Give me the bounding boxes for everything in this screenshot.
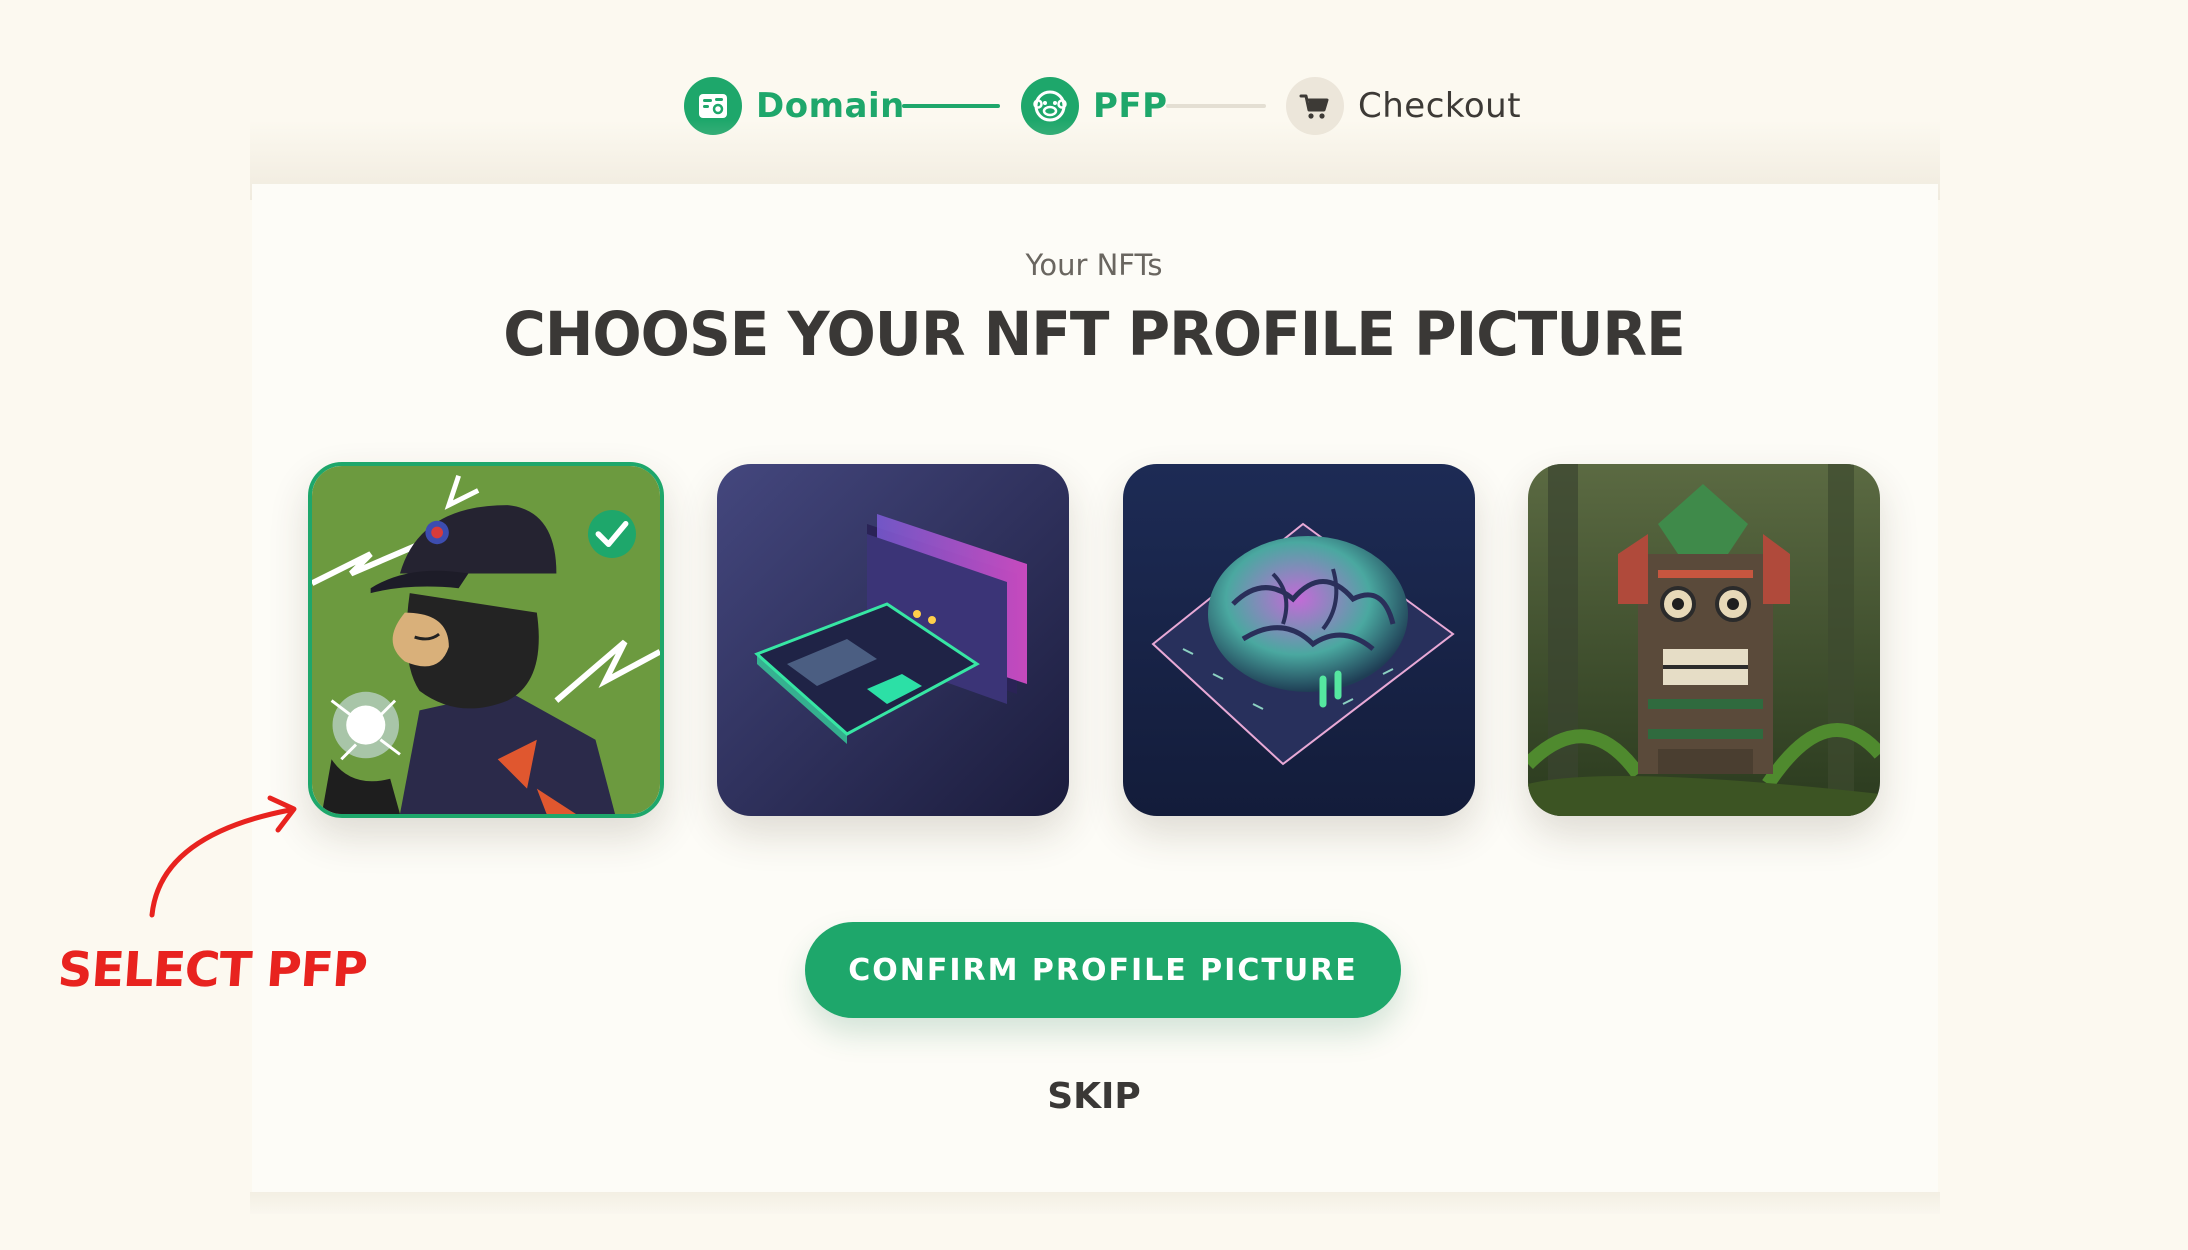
selected-check-icon xyxy=(588,510,636,558)
confirm-profile-picture-button[interactable]: CONFIRM PROFILE PICTURE xyxy=(805,922,1401,1018)
nft-card-jungle-totem[interactable] xyxy=(1528,464,1880,816)
nft-card-lightning-ape[interactable] xyxy=(308,462,664,818)
nft-card-isometric-wallet[interactable] xyxy=(717,464,1069,816)
page-title: CHOOSE YOUR NFT PROFILE PICTURE xyxy=(503,298,1685,370)
skip-link[interactable]: SKIP xyxy=(1047,1076,1141,1117)
nft-image-isometric-wallet xyxy=(717,464,1069,816)
card-bottom-shade xyxy=(250,1192,1940,1214)
step-connector-complete xyxy=(902,104,1000,108)
nft-image-jungle-totem xyxy=(1528,464,1880,816)
nft-card-neon-brain[interactable] xyxy=(1123,464,1475,816)
skip-row: SKIP xyxy=(0,1076,2188,1117)
nft-image-neon-brain xyxy=(1123,464,1475,816)
annotation-label: SELECT PFP xyxy=(56,942,369,998)
section-subtitle: Your NFTs xyxy=(1025,248,1163,282)
step-connector-pending xyxy=(1166,104,1266,108)
annotation-arrow-icon xyxy=(149,795,297,918)
